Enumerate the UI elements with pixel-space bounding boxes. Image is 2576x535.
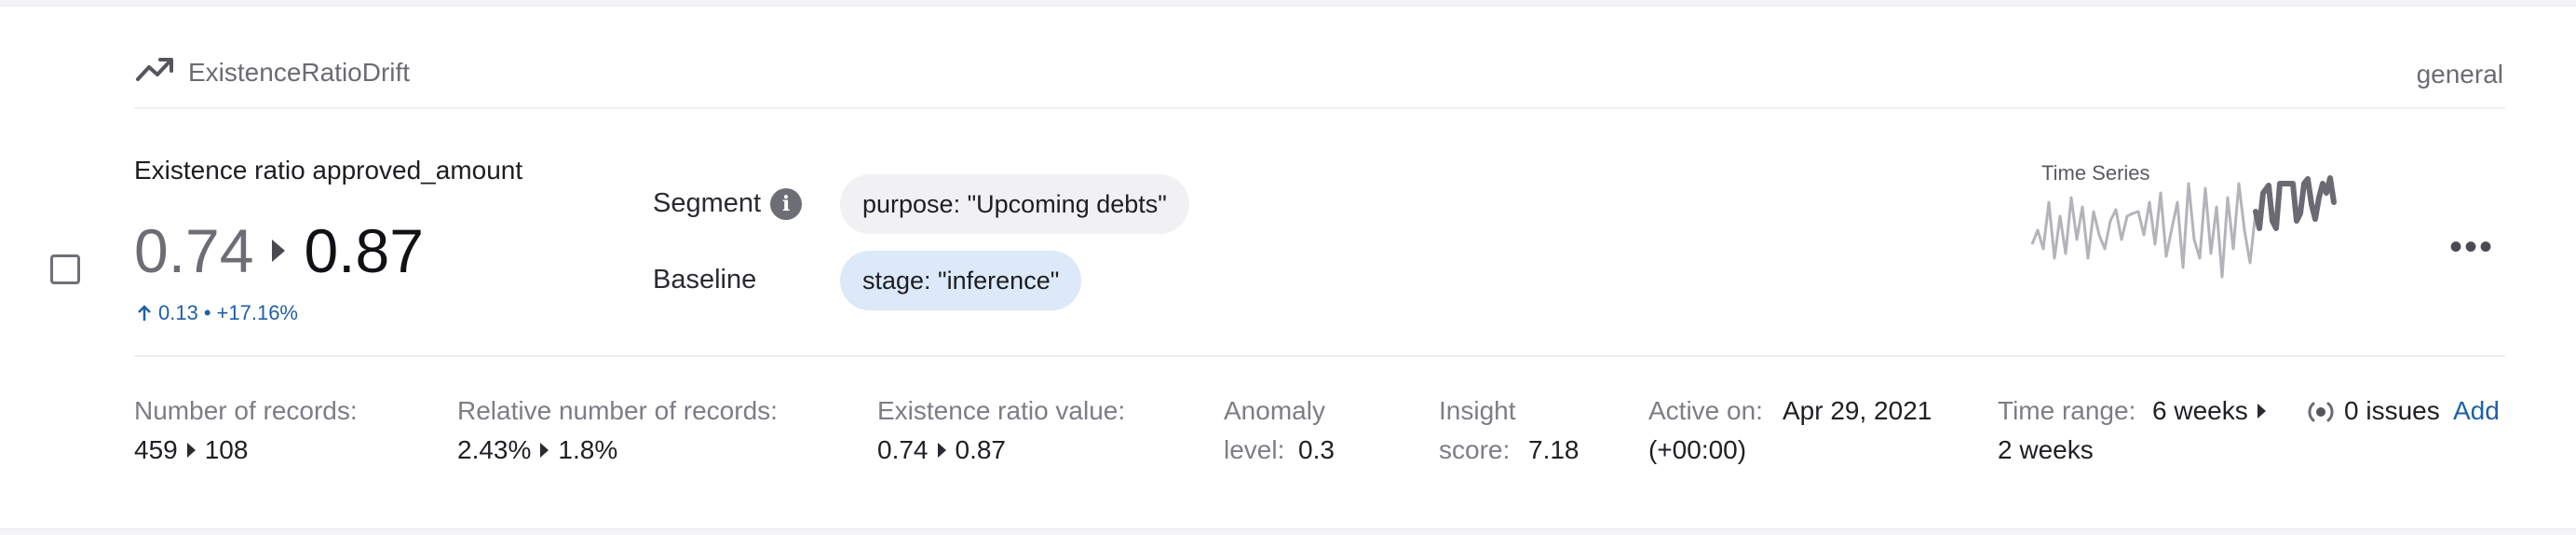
insight-category: general (2416, 60, 2503, 89)
records-to: 108 (204, 435, 249, 464)
records-from: 459 (134, 435, 178, 464)
change-arrow-icon (272, 240, 286, 262)
caret-right-icon (937, 443, 946, 458)
ratio-to: 0.87 (955, 435, 1007, 464)
time-range-label: Time range: (1998, 396, 2136, 425)
insight-title: Existence ratio approved_amount (134, 156, 523, 185)
caret-right-icon (186, 443, 196, 458)
baseline-series-line (2030, 182, 2257, 279)
info-icon[interactable]: i (770, 188, 802, 220)
delta-separator: • (203, 301, 211, 324)
issues-count: 0 issues (2344, 396, 2440, 425)
active-on-date: Apr 29, 2021 (1783, 396, 1932, 425)
select-checkbox[interactable] (50, 254, 80, 284)
anomaly-label: Anomaly (1224, 396, 1325, 425)
arrow-up-icon (138, 305, 151, 321)
time-range-to: 2 weeks (1998, 435, 2094, 464)
caret-right-icon (2257, 404, 2266, 418)
active-on-label: Active on: (1648, 396, 1763, 425)
value-change: 0.74 0.87 (134, 213, 424, 288)
ratio-value-label: Existence ratio value: (877, 396, 1126, 425)
baseline-label: Baseline (653, 265, 757, 295)
records-value: 459 108 (134, 435, 248, 465)
ratio-value: 0.74 0.87 (877, 435, 1006, 465)
insight-score-label: Insight (1439, 396, 1516, 425)
segment-label: Segment (653, 188, 762, 218)
delta-percent: +17.16% (216, 301, 298, 324)
time-range-from-wrap: 6 weeks (2152, 396, 2275, 426)
delta-absolute: 0.13 (158, 301, 198, 324)
relative-records-from: 2.43% (457, 435, 532, 464)
records-label: Number of records: (134, 396, 358, 425)
trending-up-icon (136, 58, 173, 81)
insight-score-value: 7.18 (1528, 435, 1579, 464)
header-divider (134, 107, 2505, 109)
previous-value: 0.74 (134, 216, 254, 285)
anomaly-label-cont: level: (1224, 435, 1285, 464)
segment-series-line (2253, 175, 2337, 231)
time-range-from: 6 weeks (2152, 396, 2248, 425)
sparkline-title: Time Series (2041, 161, 2150, 185)
stats-divider (134, 355, 2505, 357)
current-value: 0.87 (304, 216, 424, 285)
more-options-icon[interactable]: ••• (2449, 228, 2494, 266)
add-issue-link[interactable]: Add (2453, 396, 2500, 426)
relative-records-to: 1.8% (558, 435, 618, 464)
anomaly-value: 0.3 (1298, 435, 1335, 464)
relative-records-label: Relative number of records: (457, 396, 778, 425)
segment-chip[interactable]: purpose: "Upcoming debts" (840, 174, 1189, 234)
caret-right-icon (540, 443, 549, 458)
insight-score-label-cont: score: (1439, 435, 1511, 464)
active-on-timezone: (+00:00) (1648, 435, 1747, 464)
insight-card[interactable]: ExistenceRatioDrift general Existence ra… (0, 6, 2576, 529)
baseline-chip[interactable]: stage: "inference" (840, 251, 1082, 310)
broadcast-icon (2308, 402, 2334, 422)
delta-summary: 0.13 • +17.16% (136, 301, 298, 325)
relative-records-value: 2.43% 1.8% (457, 435, 617, 465)
ratio-from: 0.74 (877, 435, 929, 464)
insight-type-name: ExistenceRatioDrift (188, 58, 411, 87)
